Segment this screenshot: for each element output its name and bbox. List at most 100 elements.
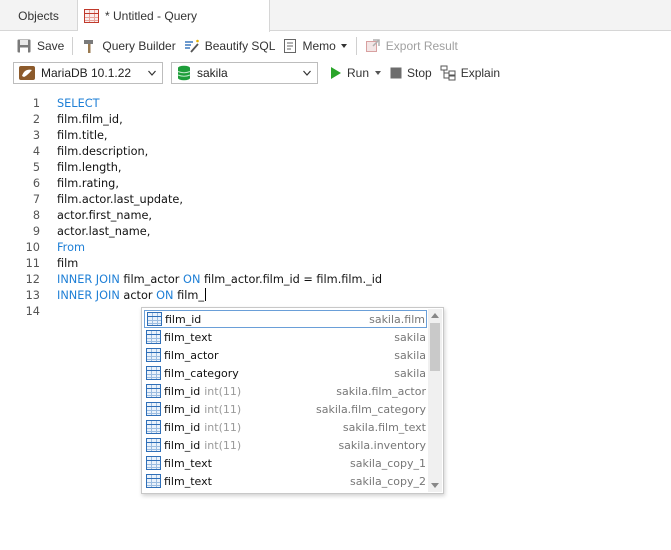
autocomplete-item[interactable]: film_actor sakila xyxy=(144,346,427,364)
text-caret xyxy=(205,288,206,301)
line-number: 13 xyxy=(25,289,40,302)
editor-line: 1 SELECT xyxy=(0,96,671,112)
editor-line: 2 film.film_id, xyxy=(0,112,671,128)
autocomplete-item[interactable]: film_category sakila xyxy=(144,364,427,382)
export-result-label: Export Result xyxy=(385,39,458,53)
editor-line: 13 INNER JOIN actor ON film_ xyxy=(0,288,671,304)
memo-label: Memo xyxy=(302,39,336,53)
connection-select[interactable]: MariaDB 10.1.22 xyxy=(13,62,163,84)
chevron-down-icon xyxy=(148,70,156,76)
item-name: film_id xyxy=(164,420,201,434)
editor-line: 10 From xyxy=(0,240,671,256)
code-text: film xyxy=(57,257,79,270)
explain-label: Explain xyxy=(460,66,501,80)
autocomplete-scrollbar[interactable] xyxy=(428,309,442,492)
chevron-down-icon[interactable] xyxy=(374,69,382,77)
explain-button[interactable]: Explain xyxy=(436,62,504,84)
line-number: 10 xyxy=(25,241,40,254)
database-select[interactable]: sakila xyxy=(171,62,318,84)
code-text: INNER JOIN film_actor ON film_actor.film… xyxy=(57,272,382,288)
item-type: int(11) xyxy=(204,402,242,416)
query-builder-button[interactable]: Query Builder xyxy=(77,35,179,57)
item-scope: sakila.film_category xyxy=(315,402,426,416)
run-button[interactable]: Run xyxy=(326,62,386,84)
item-name: film_text xyxy=(164,330,212,344)
stop-label: Stop xyxy=(407,66,432,80)
memo-button[interactable]: Memo xyxy=(279,35,351,57)
code-text: From xyxy=(57,240,85,256)
tab-untitled-query[interactable]: * Untitled - Query xyxy=(78,0,270,32)
code-text: INNER JOIN actor ON film_ xyxy=(57,288,206,304)
autocomplete-item[interactable]: film_id int(11) sakila.inventory xyxy=(144,436,427,454)
table-icon xyxy=(146,348,161,362)
save-icon xyxy=(17,39,31,53)
code-text: film.title, xyxy=(57,129,108,142)
item-scope: sakila xyxy=(394,330,426,344)
item-name: film_id xyxy=(165,312,202,326)
autocomplete-item[interactable]: film_id int(11) sakila.film_category xyxy=(144,400,427,418)
separator xyxy=(72,37,74,55)
editor-line: 8 actor.first_name, xyxy=(0,208,671,224)
table-icon xyxy=(146,366,161,380)
autocomplete-item[interactable]: film_text sakila_copy_1 xyxy=(144,454,427,472)
stop-button[interactable]: Stop xyxy=(386,62,436,84)
autocomplete-item[interactable]: film_text sakila_copy_2 xyxy=(144,472,427,490)
code-text: SELECT xyxy=(57,96,100,112)
play-icon xyxy=(331,67,341,79)
line-number: 8 xyxy=(32,209,40,222)
scroll-thumb[interactable] xyxy=(430,323,440,371)
line-number: 12 xyxy=(25,273,40,286)
tab-objects[interactable]: Objects xyxy=(0,0,78,31)
scroll-up-icon[interactable] xyxy=(431,313,439,318)
item-scope: sakila xyxy=(394,348,426,362)
item-scope: sakila.film xyxy=(369,312,425,326)
table-icon xyxy=(146,330,161,344)
code-text: film.length, xyxy=(57,161,122,174)
item-scope: sakila.film_text xyxy=(342,420,426,434)
line-number: 11 xyxy=(25,257,40,270)
autocomplete-item[interactable]: film_id int(11) sakila.film_actor xyxy=(144,382,427,400)
tab-bar: Objects * Untitled - Query xyxy=(0,0,671,32)
line-number: 1 xyxy=(32,97,40,110)
editor-line: 9 actor.last_name, xyxy=(0,224,671,240)
scroll-down-icon[interactable] xyxy=(431,483,439,488)
sql-keyword: ON xyxy=(183,273,201,286)
line-number: 6 xyxy=(32,177,40,190)
save-button[interactable]: Save xyxy=(12,35,68,57)
column-icon xyxy=(146,438,161,452)
item-type: int(11) xyxy=(204,384,242,398)
table-icon xyxy=(147,312,162,326)
editor-line: 5 film.length, xyxy=(0,160,671,176)
separator xyxy=(355,37,357,55)
editor-line: 6 film.rating, xyxy=(0,176,671,192)
line-number: 2 xyxy=(32,113,40,126)
line-number: 3 xyxy=(32,129,40,142)
code-text: actor.last_name, xyxy=(57,225,151,238)
sql-keyword: From xyxy=(57,241,85,254)
editor-line: 11 film xyxy=(0,256,671,272)
connection-label: MariaDB 10.1.22 xyxy=(41,66,132,80)
stop-icon xyxy=(390,67,402,79)
chevron-down-icon[interactable] xyxy=(340,42,348,50)
autocomplete-item[interactable]: film_id int(11) sakila.film_text xyxy=(144,418,427,436)
code-text: film.actor.last_update, xyxy=(57,193,183,206)
sql-keyword: SELECT xyxy=(57,97,100,110)
code-text: film.description, xyxy=(57,145,149,158)
code-text: film.rating, xyxy=(57,177,119,190)
autocomplete-item[interactable]: film_text sakila xyxy=(144,328,427,346)
sql-keyword: INNER JOIN xyxy=(57,289,120,302)
autocomplete-item[interactable]: film_id sakila.film xyxy=(144,310,427,328)
item-name: film_id xyxy=(164,384,201,398)
line-number: 4 xyxy=(32,145,40,158)
editor-line: 3 film.title, xyxy=(0,128,671,144)
beautify-sql-button[interactable]: Beautify SQL xyxy=(180,35,280,57)
main-toolbar: Save Query Builder Beautify SQL Memo Exp… xyxy=(0,32,671,60)
item-scope: sakila_copy_1 xyxy=(350,456,426,470)
beautify-wand-icon xyxy=(184,39,199,53)
tab-query-label: * Untitled - Query xyxy=(105,9,198,23)
export-result-button[interactable]: Export Result xyxy=(361,35,462,57)
tab-objects-label: Objects xyxy=(18,8,59,23)
editor-line: 12 INNER JOIN film_actor ON film_actor.f… xyxy=(0,272,671,288)
save-label: Save xyxy=(37,39,65,53)
item-name: film_actor xyxy=(164,348,219,362)
